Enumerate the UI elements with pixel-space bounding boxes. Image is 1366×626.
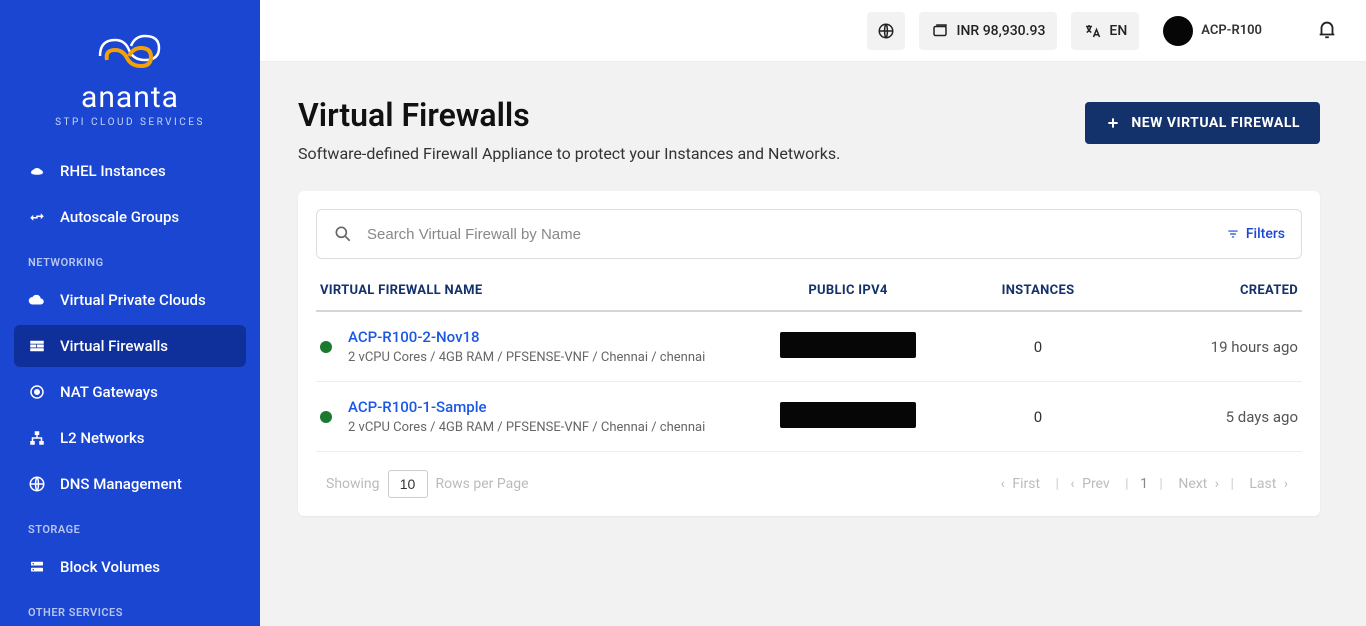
ip-masked <box>780 332 916 358</box>
sidebar-item-block-volumes[interactable]: Block Volumes <box>14 546 246 588</box>
sidebar-item-dns-management[interactable]: DNS Management <box>14 463 246 505</box>
col-header-ip[interactable]: PUBLIC IPV4 <box>748 283 948 298</box>
firewall-spec: 2 vCPU Cores / 4GB RAM / PFSENSE-VNF / C… <box>348 420 705 435</box>
col-header-instances[interactable]: INSTANCES <box>948 283 1128 298</box>
content: Virtual Firewalls Software-defined Firew… <box>260 62 1366 626</box>
search-icon <box>333 224 353 244</box>
brand-name: ananta <box>0 80 260 115</box>
nav-section-storage: STORAGE <box>0 509 260 542</box>
filters-label: Filters <box>1246 226 1285 242</box>
sidebar-item-autoscale-groups[interactable]: Autoscale Groups <box>14 196 246 238</box>
hat-icon <box>28 162 46 180</box>
nav-section-other-services: OTHER SERVICES <box>0 592 260 625</box>
language-button[interactable]: EN <box>1071 12 1139 50</box>
translate-icon <box>1083 22 1101 40</box>
sidebar-item-label: Autoscale Groups <box>60 208 179 226</box>
sidebar: ananta STPI CLOUD SERVICES RHEL Instance… <box>0 0 260 626</box>
cloud-icon <box>28 291 46 309</box>
globe-button[interactable] <box>867 12 905 50</box>
plus-icon <box>1105 115 1121 131</box>
balance-value: INR 98,930.93 <box>957 23 1046 39</box>
sidebar-item-label: DNS Management <box>60 475 182 493</box>
target-icon <box>28 383 46 401</box>
brand-tagline: STPI CLOUD SERVICES <box>0 117 260 128</box>
sidebar-item-l2-networks[interactable]: L2 Networks <box>14 417 246 459</box>
instances-count: 0 <box>948 408 1128 426</box>
page-current: 1 <box>1140 476 1148 492</box>
user-menu[interactable]: ACP-R100 <box>1163 16 1262 46</box>
page-next[interactable]: Next › <box>1174 476 1219 492</box>
firewall-name-link[interactable]: ACP-R100-1-Sample <box>348 398 705 416</box>
page-title: Virtual Firewalls <box>298 96 840 134</box>
page-first[interactable]: ‹ First <box>1001 476 1044 492</box>
primary-btn-label: NEW VIRTUAL FIREWALL <box>1131 115 1300 131</box>
table-row: ACP-R100-1-Sample 2 vCPU Cores / 4GB RAM… <box>316 382 1302 452</box>
globe-icon <box>28 475 46 493</box>
sidebar-item-label: L2 Networks <box>60 429 145 447</box>
created-ago: 19 hours ago <box>1128 338 1298 356</box>
new-virtual-firewall-button[interactable]: NEW VIRTUAL FIREWALL <box>1085 102 1320 144</box>
sidebar-item-label: Block Volumes <box>60 558 160 576</box>
rows-per-page-input[interactable] <box>388 470 428 498</box>
arrows-icon <box>28 208 46 226</box>
sidebar-item-vpc[interactable]: Virtual Private Clouds <box>14 279 246 321</box>
search-input[interactable] <box>367 226 1212 243</box>
firewalls-card: Filters VIRTUAL FIREWALL NAME PUBLIC IPV… <box>298 191 1320 516</box>
storage-icon <box>28 558 46 576</box>
created-ago: 5 days ago <box>1128 408 1298 426</box>
status-dot <box>320 341 332 353</box>
nav-section-networking: NETWORKING <box>0 242 260 275</box>
col-header-name[interactable]: VIRTUAL FIREWALL NAME <box>320 283 748 298</box>
sidebar-item-rhel-instances[interactable]: RHEL Instances <box>14 150 246 192</box>
user-name: ACP-R100 <box>1201 23 1262 38</box>
network-icon <box>28 429 46 447</box>
sidebar-item-label: Virtual Firewalls <box>60 337 168 355</box>
page-subtitle: Software-defined Firewall Appliance to p… <box>298 144 840 163</box>
wallet-icon <box>931 22 949 40</box>
showing-label: Showing <box>326 476 380 492</box>
firewall-icon <box>28 337 46 355</box>
sidebar-item-label: Virtual Private Clouds <box>60 291 206 309</box>
table-header: VIRTUAL FIREWALL NAME PUBLIC IPV4 INSTAN… <box>316 275 1302 312</box>
instances-count: 0 <box>948 338 1128 356</box>
firewall-spec: 2 vCPU Cores / 4GB RAM / PFSENSE-VNF / C… <box>348 350 705 365</box>
page-prev[interactable]: ‹ Prev <box>1070 476 1113 492</box>
page-last[interactable]: Last › <box>1245 476 1288 492</box>
topbar: INR 98,930.93 EN ACP-R100 <box>260 0 1366 62</box>
language-value: EN <box>1109 23 1127 39</box>
sidebar-item-nat-gateways[interactable]: NAT Gateways <box>14 371 246 413</box>
search-row: Filters <box>316 209 1302 259</box>
sidebar-item-virtual-firewalls[interactable]: Virtual Firewalls <box>14 325 246 367</box>
avatar <box>1163 16 1193 46</box>
rows-suffix: Rows per Page <box>436 476 529 492</box>
sidebar-item-label: NAT Gateways <box>60 383 158 401</box>
infinity-cloud-icon <box>85 26 175 76</box>
col-header-created[interactable]: CREATED <box>1128 283 1298 298</box>
filter-icon <box>1226 227 1240 241</box>
nav-list: RHEL Instances Autoscale Groups <box>0 146 260 242</box>
pagination: Showing Rows per Page ‹ First | ‹ Prev |… <box>316 452 1302 498</box>
brand-logo: ananta STPI CLOUD SERVICES <box>0 0 260 146</box>
bell-icon <box>1316 18 1338 40</box>
world-icon <box>877 22 895 40</box>
table-row: ACP-R100-2-Nov18 2 vCPU Cores / 4GB RAM … <box>316 312 1302 382</box>
balance-chip[interactable]: INR 98,930.93 <box>919 12 1058 50</box>
firewall-name-link[interactable]: ACP-R100-2-Nov18 <box>348 328 705 346</box>
ip-masked <box>780 402 916 428</box>
filters-button[interactable]: Filters <box>1226 226 1285 242</box>
sidebar-item-label: RHEL Instances <box>60 162 166 180</box>
notifications-button[interactable] <box>1316 18 1338 44</box>
status-dot <box>320 411 332 423</box>
